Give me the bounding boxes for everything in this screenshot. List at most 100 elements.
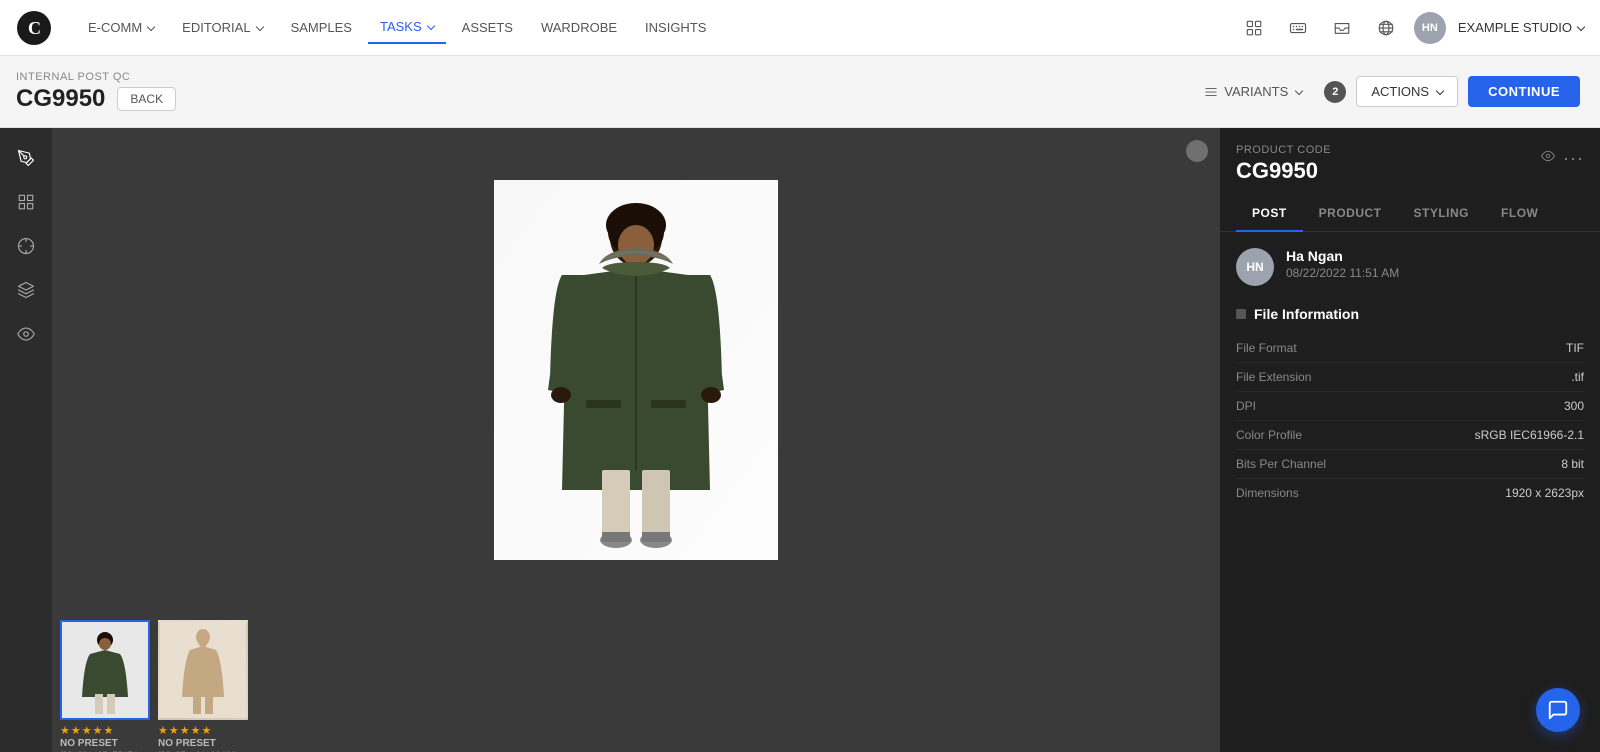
file-info-row: File Extension .tif <box>1236 363 1584 392</box>
thumbnail-strip: ★★★★★ NO PRESET f22_03_a05_75474... <box>52 612 1220 752</box>
subheader-title-row: CG9950 BACK <box>16 85 176 113</box>
thumbnail-preset: NO PRESET <box>158 738 248 749</box>
panel-content: HN Ha Ngan 08/22/2022 11:51 AM File Info… <box>1220 232 1600 752</box>
grid-tool-icon <box>17 193 35 211</box>
nav-item-wardrobe[interactable]: WARDROBE <box>529 12 629 43</box>
settings-icon-btn[interactable] <box>1238 12 1270 44</box>
info-label-color-profile: Color Profile <box>1236 428 1302 442</box>
subheader-right: VARIANTS 2 ACTIONS CONTINUE <box>1192 76 1580 107</box>
file-info-row: Bits Per Channel 8 bit <box>1236 450 1584 479</box>
variants-button[interactable]: VARIANTS <box>1192 78 1314 105</box>
product-code-label: PRODUCT CODE <box>1236 144 1331 156</box>
info-label-dimensions: Dimensions <box>1236 486 1299 500</box>
info-value-dpi: 300 <box>1564 399 1584 413</box>
info-value-color-profile: sRGB IEC61966-2.1 <box>1475 428 1584 442</box>
thumbnail-image[interactable] <box>158 620 248 720</box>
file-info-row: File Format TIF <box>1236 334 1584 363</box>
right-panel: PRODUCT CODE CG9950 ··· POST PRODUCT STY… <box>1220 128 1600 752</box>
user-timestamp: 08/22/2022 11:51 AM <box>1286 266 1399 280</box>
back-button[interactable]: BACK <box>117 87 176 111</box>
user-details: Ha Ngan 08/22/2022 11:51 AM <box>1286 248 1399 280</box>
info-value-file-format: TIF <box>1566 341 1584 355</box>
info-label-file-format: File Format <box>1236 341 1297 355</box>
panel-header-icons: ··· <box>1541 148 1584 169</box>
image-viewer[interactable] <box>52 128 1220 612</box>
tab-product[interactable]: PRODUCT <box>1303 196 1398 232</box>
keyboard-icon-btn[interactable] <box>1282 12 1314 44</box>
chat-fab-button[interactable] <box>1536 688 1580 732</box>
product-info: PRODUCT CODE CG9950 <box>1236 144 1331 184</box>
top-navigation: C E-COMM EDITORIAL SAMPLES TASKS ASSETS … <box>0 0 1600 56</box>
crosshair-tool-button[interactable] <box>8 228 44 264</box>
nav-item-assets[interactable]: ASSETS <box>450 12 525 43</box>
grid-tool-button[interactable] <box>8 184 44 220</box>
subheader-left: INTERNAL POST QC CG9950 BACK <box>16 71 176 113</box>
nav-item-ecomm[interactable]: E-COMM <box>76 12 166 43</box>
layers-tool-button[interactable] <box>8 272 44 308</box>
pen-tool-button[interactable] <box>8 140 44 176</box>
thumbnail-stars: ★★★★★ <box>60 724 150 737</box>
thumbnail-meta: ★★★★★ NO PRESET f22_07_a01_10406... <box>158 720 248 752</box>
nav-item-samples[interactable]: SAMPLES <box>279 12 364 43</box>
chat-icon <box>1547 699 1569 721</box>
app-logo[interactable]: C <box>16 10 52 46</box>
chevron-icon <box>255 22 263 30</box>
info-value-file-extension: .tif <box>1571 370 1584 384</box>
file-info-row: Dimensions 1920 x 2623px <box>1236 479 1584 507</box>
variants-chevron-icon <box>1295 86 1303 94</box>
tab-post[interactable]: POST <box>1236 196 1303 232</box>
studio-name[interactable]: EXAMPLE STUDIO <box>1458 20 1584 35</box>
thumbnail-preset: NO PRESET <box>60 738 150 749</box>
crosshair-tool-icon <box>17 237 35 255</box>
eye-panel-button[interactable] <box>1541 149 1555 168</box>
more-options-button[interactable]: ··· <box>1563 148 1584 169</box>
actions-button[interactable]: ACTIONS <box>1356 76 1458 107</box>
user-avatar-panel: HN <box>1236 248 1274 286</box>
panel-header: PRODUCT CODE CG9950 ··· <box>1220 128 1600 184</box>
variants-count-badge: 2 <box>1324 81 1346 103</box>
tab-flow[interactable]: FLOW <box>1485 196 1554 232</box>
thumbnail-item[interactable]: ★★★★★ NO PRESET f22_03_a05_75474... <box>60 620 150 752</box>
subheader-label: INTERNAL POST QC <box>16 71 176 83</box>
nav-item-tasks[interactable]: TASKS <box>368 11 446 44</box>
nav-item-insights[interactable]: INSIGHTS <box>633 12 718 43</box>
inbox-icon-btn[interactable] <box>1326 12 1358 44</box>
file-info-row: DPI 300 <box>1236 392 1584 421</box>
thumbnail-item[interactable]: ★★★★★ NO PRESET f22_07_a01_10406... <box>158 620 248 752</box>
brightness-indicator <box>1186 140 1208 162</box>
keyboard-icon <box>1289 19 1307 37</box>
eye-panel-icon <box>1541 149 1555 163</box>
nav-items: E-COMM EDITORIAL SAMPLES TASKS ASSETS WA… <box>76 11 1238 44</box>
chevron-icon <box>426 21 434 29</box>
globe-icon-btn[interactable] <box>1370 12 1402 44</box>
section-title: File Information <box>1254 306 1359 322</box>
nav-item-editorial[interactable]: EDITORIAL <box>170 12 274 43</box>
file-info-section-header: File Information <box>1236 306 1584 322</box>
main-image <box>494 180 778 560</box>
canvas-area: ★★★★★ NO PRESET f22_03_a05_75474... <box>52 128 1220 752</box>
panel-tabs: POST PRODUCT STYLING FLOW <box>1220 196 1600 232</box>
user-name: Ha Ngan <box>1286 248 1399 264</box>
thumbnail-image[interactable] <box>60 620 150 720</box>
user-avatar-nav[interactable]: HN <box>1414 12 1446 44</box>
tab-styling[interactable]: STYLING <box>1398 196 1486 232</box>
thumb-image-dark <box>62 622 148 718</box>
left-toolbar <box>0 128 52 752</box>
eye-tool-button[interactable] <box>8 316 44 352</box>
info-value-dimensions: 1920 x 2623px <box>1505 486 1584 500</box>
layers-tool-icon <box>17 281 35 299</box>
svg-text:C: C <box>28 18 41 38</box>
actions-chevron-icon <box>1436 86 1444 94</box>
file-info-row: Color Profile sRGB IEC61966-2.1 <box>1236 421 1584 450</box>
info-label-file-extension: File Extension <box>1236 370 1311 384</box>
main-image-container[interactable] <box>494 180 778 560</box>
settings-icon <box>1245 19 1263 37</box>
section-indicator <box>1236 309 1246 319</box>
continue-button[interactable]: CONTINUE <box>1468 76 1580 107</box>
nav-right: HN EXAMPLE STUDIO <box>1238 12 1584 44</box>
thumb-image-light <box>160 622 246 718</box>
subheader-title: CG9950 <box>16 85 105 113</box>
thumbnail-meta: ★★★★★ NO PRESET f22_03_a05_75474... <box>60 720 150 752</box>
main-layout: ★★★★★ NO PRESET f22_03_a05_75474... <box>0 128 1600 752</box>
variants-icon <box>1204 85 1218 99</box>
